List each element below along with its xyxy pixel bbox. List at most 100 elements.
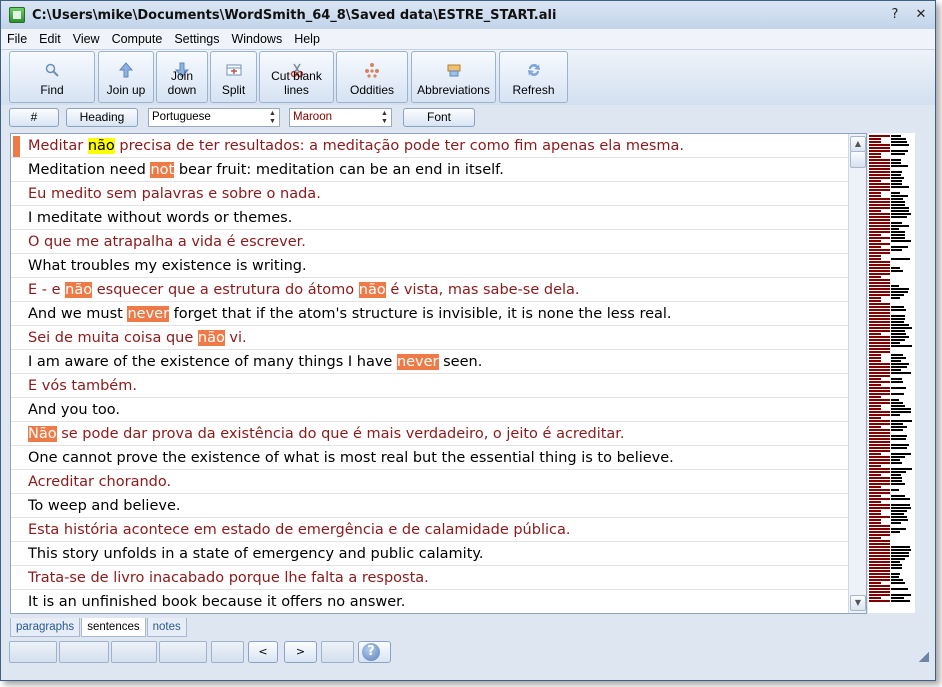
barcode-line: [891, 567, 902, 569]
portuguese-sentence-row[interactable]: O que me atrapalha a vida é escrever.: [11, 230, 849, 254]
barcode-line: [891, 246, 908, 248]
abbreviations-button[interactable]: Abbreviations: [411, 51, 496, 103]
barcode-line: [891, 291, 908, 293]
barcode-line: [891, 468, 912, 470]
barcode-line: [891, 477, 902, 479]
barcode-line: [869, 213, 890, 215]
help-icon[interactable]: ?: [887, 7, 903, 23]
barcode-line: [869, 492, 890, 494]
barcode-line: [891, 318, 905, 320]
menu-compute[interactable]: Compute: [106, 32, 169, 46]
barcode-line: [891, 393, 904, 395]
tab-sentences[interactable]: sentences: [81, 618, 146, 637]
barcode-line: [891, 576, 899, 578]
barcode-line: [869, 135, 890, 137]
cut-blank-lines-button[interactable]: Cut blank lines: [259, 51, 334, 103]
split-button[interactable]: Split: [210, 51, 257, 103]
barcode-line: [869, 594, 890, 596]
barcode-line: [891, 159, 901, 161]
english-sentence-row[interactable]: What troubles my existence is writing.: [11, 254, 849, 278]
barcode-line: [869, 339, 890, 341]
barcode-line: [891, 453, 911, 455]
portuguese-sentence-row[interactable]: Esta história acontece em estado de emer…: [11, 518, 849, 542]
barcode-line: [869, 438, 890, 440]
barcode-line: [869, 288, 890, 290]
split-label: Split: [221, 83, 246, 97]
portuguese-sentence-row[interactable]: Sei de muita coisa que não vi.: [11, 326, 849, 350]
barcode-line: [891, 522, 901, 524]
menu-windows[interactable]: Windows: [225, 32, 288, 46]
barcode-line: [891, 510, 907, 512]
scroll-up-icon[interactable]: ▲: [850, 136, 866, 152]
english-sentence-row[interactable]: To weep and believe.: [11, 494, 849, 518]
barcode-line: [891, 507, 911, 509]
close-icon[interactable]: ✕: [913, 7, 929, 23]
portuguese-sentence-row[interactable]: Não se pode dar prova da existência do q…: [11, 422, 849, 446]
english-sentence-row[interactable]: One cannot prove the existence of what i…: [11, 446, 849, 470]
barcode-line: [869, 534, 890, 536]
english-sentence-row[interactable]: And we must never forget that if the ato…: [11, 302, 849, 326]
hash-button[interactable]: #: [9, 108, 59, 127]
portuguese-sentence-row[interactable]: E - e não esquecer que a estrutura do át…: [11, 278, 849, 302]
english-sentence-row[interactable]: I meditate without words or themes.: [11, 206, 849, 230]
barcode-line: [869, 207, 890, 209]
barcode-line: [891, 423, 903, 425]
barcode-line: [891, 150, 908, 152]
english-sentence-row[interactable]: Meditation need not bear fruit: meditati…: [11, 158, 849, 182]
barcode-line: [869, 153, 881, 155]
barcode-line: [891, 357, 906, 359]
english-sentence-row[interactable]: I am aware of the existence of many thin…: [11, 350, 849, 374]
menu-help[interactable]: Help: [288, 32, 326, 46]
portuguese-sentence-row[interactable]: Trata-se de livro inacabado porque lhe f…: [11, 566, 849, 590]
spin-arrows-icon[interactable]: ▲ ▼: [267, 110, 278, 125]
sentence-text: To weep and believe.: [28, 498, 181, 514]
portuguese-sentence-row[interactable]: Meditar não precisa de ter resultados: a…: [11, 134, 849, 158]
find-button[interactable]: Find: [9, 51, 95, 103]
menu-settings[interactable]: Settings: [168, 32, 225, 46]
menu-view[interactable]: View: [67, 32, 106, 46]
help-button[interactable]: ?: [358, 641, 391, 663]
tab-notes[interactable]: notes: [146, 618, 187, 637]
portuguese-sentence-row[interactable]: Acreditar chorando.: [11, 470, 849, 494]
sentence-text: esquecer que a estrutura do átomo: [92, 282, 359, 298]
menu-file[interactable]: File: [1, 32, 33, 46]
english-sentence-row[interactable]: This story unfolds in a state of emergen…: [11, 542, 849, 566]
barcode-line: [891, 429, 903, 431]
previous-button[interactable]: <: [248, 641, 278, 663]
barcode-line: [891, 333, 906, 335]
portuguese-sentence-row[interactable]: Eu medito sem palavras e sobre o nada.: [11, 182, 849, 206]
resize-grip-icon[interactable]: [919, 652, 929, 662]
barcode-line: [869, 276, 881, 278]
sentence-text: I am aware of the existence of many thin…: [28, 354, 397, 370]
barcode-line: [869, 435, 890, 437]
barcode-line: [869, 144, 890, 146]
barcode-line: [891, 327, 912, 329]
next-button[interactable]: >: [284, 641, 317, 663]
oddities-button[interactable]: Oddities: [336, 51, 408, 103]
barcode-line: [869, 369, 890, 371]
font-button[interactable]: Font: [403, 108, 475, 127]
scroll-thumb[interactable]: [850, 151, 866, 168]
vertical-scrollbar[interactable]: ▲ ▼: [848, 134, 866, 613]
abbreviations-label: Abbreviations: [417, 83, 490, 97]
english-sentence-row[interactable]: And you too.: [11, 398, 849, 422]
barcode-line: [891, 549, 911, 551]
sentence-text: This story unfolds in a state of emergen…: [28, 546, 484, 562]
barcode-line: [869, 246, 881, 248]
menu-edit[interactable]: Edit: [33, 32, 67, 46]
barcode-line: [891, 192, 900, 194]
tab-paragraphs[interactable]: paragraphs: [10, 618, 81, 637]
scroll-down-icon[interactable]: ▼: [850, 595, 866, 611]
refresh-button[interactable]: Refresh: [499, 51, 568, 103]
barcode-line: [869, 348, 890, 350]
barcode-line: [891, 405, 905, 407]
english-sentence-row[interactable]: It is an unfinished book because it offe…: [11, 590, 849, 613]
join-down-button[interactable]: Join down: [156, 51, 208, 103]
join-up-button[interactable]: Join up: [98, 51, 154, 103]
title-bar[interactable]: C:\Users\mike\Documents\WordSmith_64_8\S…: [1, 1, 935, 29]
language-select[interactable]: Portuguese ▲ ▼: [148, 108, 280, 127]
color-select[interactable]: Maroon ▲ ▼: [289, 108, 392, 127]
heading-button[interactable]: Heading: [66, 108, 138, 127]
spin-arrows-icon[interactable]: ▲ ▼: [379, 110, 390, 125]
portuguese-sentence-row[interactable]: E vós também.: [11, 374, 849, 398]
